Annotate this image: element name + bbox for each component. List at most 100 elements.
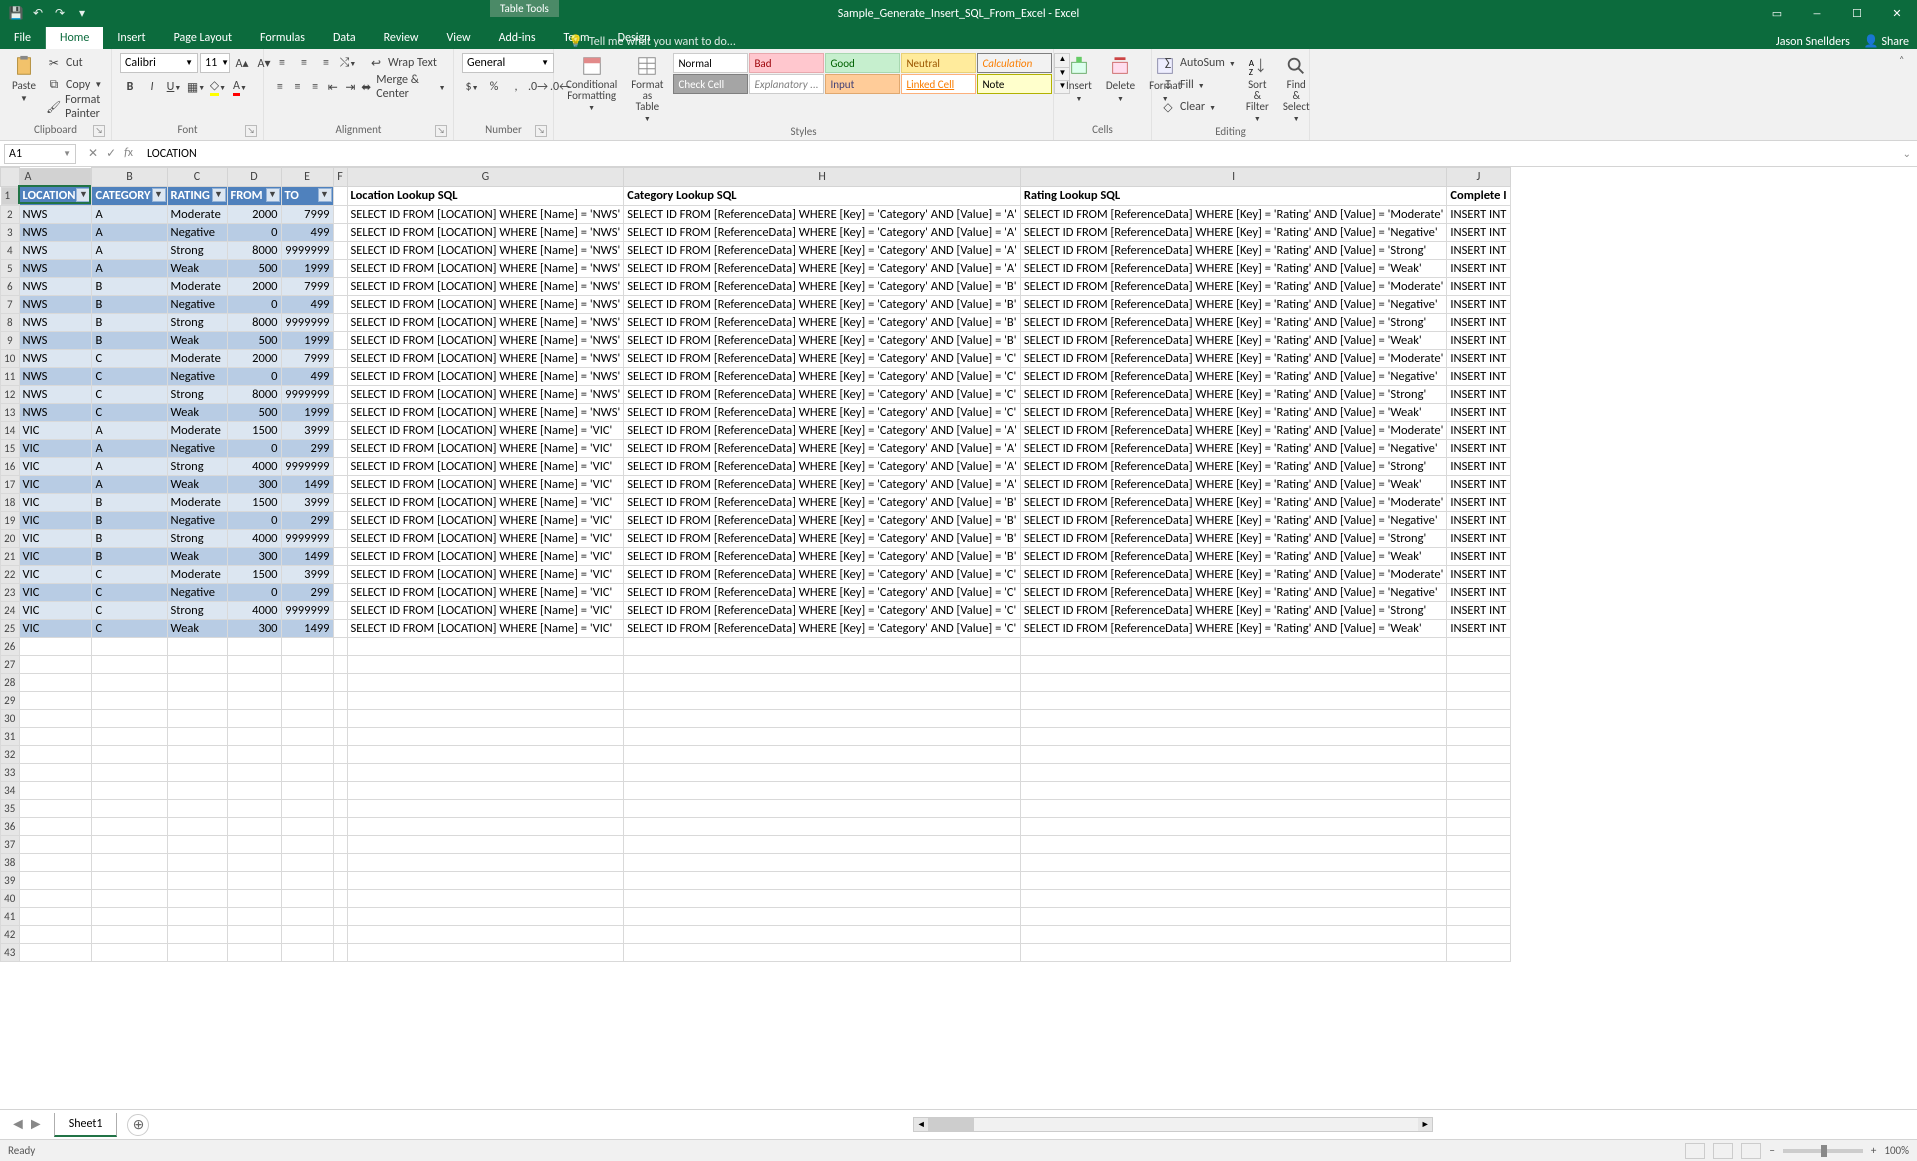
cell[interactable]: Rating Lookup SQL: [1020, 186, 1447, 205]
cell[interactable]: [19, 907, 92, 925]
cell[interactable]: [92, 745, 167, 763]
cell[interactable]: [92, 673, 167, 691]
cell[interactable]: Negative: [167, 511, 227, 529]
cell[interactable]: Weak: [167, 331, 227, 349]
cell[interactable]: [333, 727, 347, 745]
cell[interactable]: [19, 691, 92, 709]
cell[interactable]: 300: [227, 619, 281, 637]
cell[interactable]: [92, 853, 167, 871]
merge-center-button[interactable]: ⬌Merge & Center▼: [360, 77, 445, 97]
table-header-cell[interactable]: TO▼: [281, 186, 333, 205]
cell[interactable]: [92, 871, 167, 889]
row-header[interactable]: 38: [1, 853, 20, 871]
cell[interactable]: A: [92, 457, 167, 475]
cell[interactable]: [333, 781, 347, 799]
cell[interactable]: INSERT INT: [1447, 583, 1510, 601]
cell[interactable]: 3999: [281, 565, 333, 583]
cell[interactable]: SELECT ID FROM [LOCATION] WHERE [Name] =…: [347, 475, 624, 493]
expand-formula-bar-icon[interactable]: ⌄: [1897, 147, 1917, 160]
cell[interactable]: [333, 619, 347, 637]
row-header[interactable]: 17: [1, 475, 20, 493]
cell[interactable]: [281, 781, 333, 799]
cell[interactable]: Strong: [167, 241, 227, 259]
column-header[interactable]: E: [281, 168, 333, 187]
cell[interactable]: [281, 745, 333, 763]
dialog-launcher-icon[interactable]: ↘: [245, 125, 257, 137]
cell[interactable]: [333, 691, 347, 709]
cell[interactable]: [624, 691, 1021, 709]
cell[interactable]: Moderate: [167, 493, 227, 511]
clear-button[interactable]: ◇Clear▼: [1160, 97, 1236, 117]
cell[interactable]: 8000: [227, 241, 281, 259]
cell[interactable]: 1500: [227, 493, 281, 511]
cell[interactable]: NWS: [19, 295, 92, 313]
cell[interactable]: A: [92, 223, 167, 241]
cell[interactable]: 0: [227, 223, 281, 241]
row-header[interactable]: 34: [1, 781, 20, 799]
bold-button[interactable]: B: [120, 77, 140, 97]
cell[interactable]: [1020, 943, 1447, 961]
cell[interactable]: [347, 691, 624, 709]
cell[interactable]: NWS: [19, 277, 92, 295]
fill-color-button[interactable]: ◇▼: [208, 77, 228, 97]
cell[interactable]: B: [92, 511, 167, 529]
font-size-select[interactable]: 11▼: [200, 53, 230, 73]
cell[interactable]: SELECT ID FROM [LOCATION] WHERE [Name] =…: [347, 223, 624, 241]
tab-home[interactable]: Home: [46, 27, 103, 49]
cell[interactable]: INSERT INT: [1447, 367, 1510, 385]
cell[interactable]: 500: [227, 403, 281, 421]
column-header[interactable]: I: [1020, 168, 1447, 187]
filter-dropdown-icon[interactable]: ▼: [152, 188, 166, 202]
cell[interactable]: [19, 745, 92, 763]
cell[interactable]: C: [92, 349, 167, 367]
cell[interactable]: [1020, 799, 1447, 817]
cell[interactable]: [1020, 871, 1447, 889]
scroll-thumb[interactable]: [928, 1118, 974, 1131]
cell[interactable]: VIC: [19, 475, 92, 493]
cell[interactable]: [333, 241, 347, 259]
cell[interactable]: SELECT ID FROM [ReferenceData] WHERE [Ke…: [624, 385, 1021, 403]
zoom-in-icon[interactable]: +: [1871, 1144, 1876, 1157]
column-header[interactable]: J: [1447, 168, 1510, 187]
cell[interactable]: 500: [227, 259, 281, 277]
cell[interactable]: [1447, 871, 1510, 889]
cell[interactable]: SELECT ID FROM [ReferenceData] WHERE [Ke…: [1020, 457, 1447, 475]
cell[interactable]: SELECT ID FROM [ReferenceData] WHERE [Ke…: [1020, 475, 1447, 493]
cell[interactable]: [92, 727, 167, 745]
cut-button[interactable]: ✂Cut: [46, 53, 103, 73]
cell[interactable]: [281, 709, 333, 727]
cell[interactable]: [281, 871, 333, 889]
cell[interactable]: [92, 709, 167, 727]
cell[interactable]: NWS: [19, 403, 92, 421]
align-right-icon[interactable]: ≡: [307, 77, 323, 97]
cell[interactable]: SELECT ID FROM [ReferenceData] WHERE [Ke…: [1020, 205, 1447, 223]
worksheet-area[interactable]: ABCDEFGHIJ1LOCATION▼CATEGORY▼RATING▼FROM…: [0, 167, 1917, 1109]
cell[interactable]: B: [92, 493, 167, 511]
font-name-select[interactable]: Calibri▼: [120, 53, 198, 73]
cell[interactable]: 9999999: [281, 529, 333, 547]
row-header[interactable]: 35: [1, 799, 20, 817]
cell[interactable]: INSERT INT: [1447, 565, 1510, 583]
cell-style-option[interactable]: Bad: [749, 53, 824, 73]
cell[interactable]: A: [92, 259, 167, 277]
cell[interactable]: SELECT ID FROM [LOCATION] WHERE [Name] =…: [347, 331, 624, 349]
cell[interactable]: [1020, 781, 1447, 799]
cell[interactable]: [19, 889, 92, 907]
cell[interactable]: [1020, 709, 1447, 727]
column-header[interactable]: G: [347, 168, 624, 187]
cell[interactable]: [1020, 907, 1447, 925]
cell[interactable]: [92, 763, 167, 781]
redo-icon[interactable]: ↷: [52, 6, 68, 22]
cell[interactable]: [281, 691, 333, 709]
cell[interactable]: SELECT ID FROM [LOCATION] WHERE [Name] =…: [347, 529, 624, 547]
filter-dropdown-icon[interactable]: ▼: [318, 188, 332, 202]
cell[interactable]: [333, 457, 347, 475]
cell[interactable]: 9999999: [281, 241, 333, 259]
cell[interactable]: 500: [227, 331, 281, 349]
zoom-level[interactable]: 100%: [1884, 1144, 1909, 1157]
cell[interactable]: NWS: [19, 385, 92, 403]
tab-formulas[interactable]: Formulas: [246, 27, 319, 49]
column-header[interactable]: F: [333, 168, 347, 187]
cell[interactable]: INSERT INT: [1447, 619, 1510, 637]
cell[interactable]: SELECT ID FROM [LOCATION] WHERE [Name] =…: [347, 205, 624, 223]
